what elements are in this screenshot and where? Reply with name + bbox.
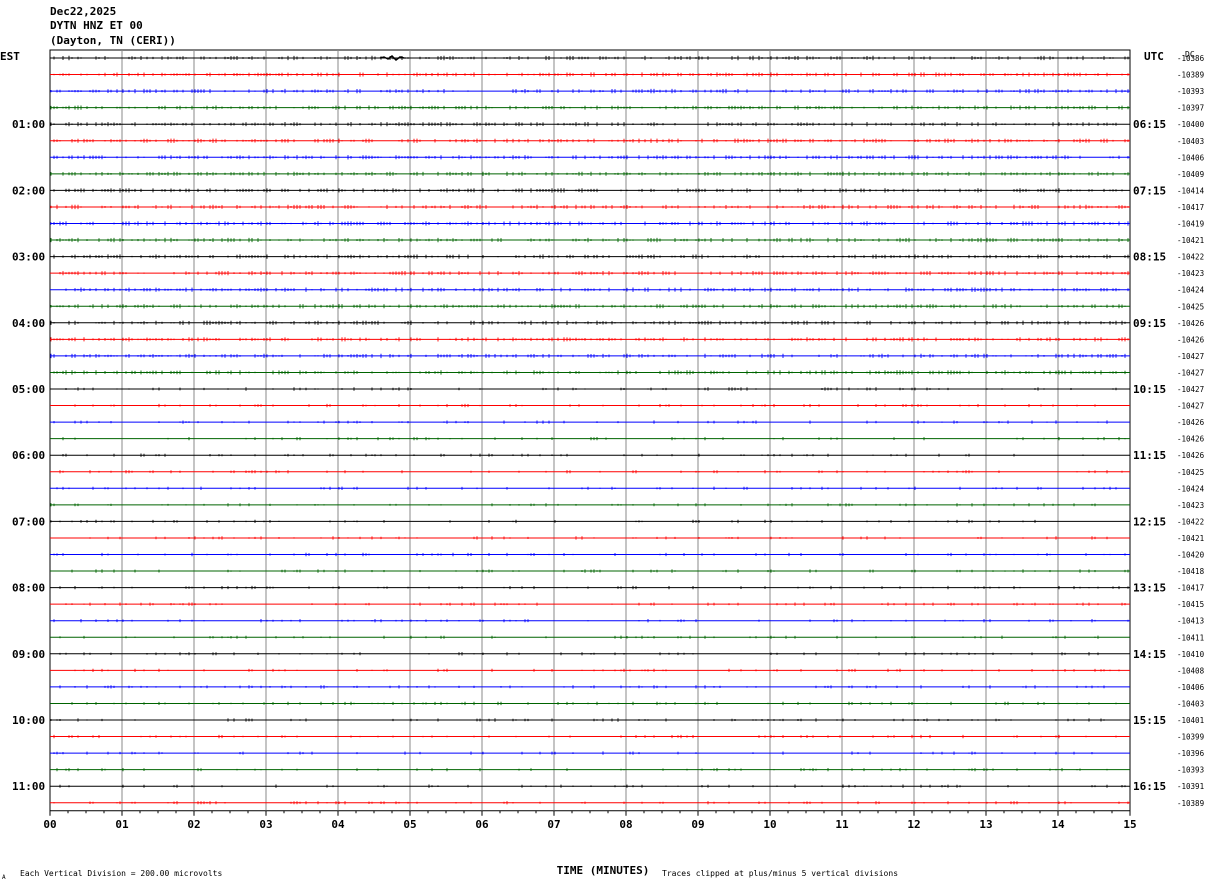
dc-offset-label: -10406	[1177, 683, 1205, 692]
right-hour-label: 14:15	[1133, 648, 1166, 661]
seismogram-page: Dec22,2025 DYTN HNZ ET 00 (Dayton, TN (C…	[0, 0, 1210, 886]
dc-offset-label: -10426	[1177, 418, 1205, 427]
left-hour-label: 01:00	[12, 118, 45, 131]
right-hour-label: 10:15	[1133, 383, 1166, 396]
x-tick-label: 09	[691, 818, 704, 831]
left-hour-label: 04:00	[12, 317, 45, 330]
dc-offset-label: -10403	[1177, 699, 1204, 708]
right-axis-title: UTC	[1144, 50, 1164, 63]
plot-frame	[49, 49, 1131, 812]
right-hour-label: 06:15	[1133, 118, 1166, 131]
left-hour-label: 06:00	[12, 449, 45, 462]
dc-offset-label: -10420	[1177, 551, 1205, 560]
left-hour-label: 02:00	[12, 184, 45, 197]
right-hour-label: 09:15	[1133, 317, 1166, 330]
dc-offset-label: -10386	[1177, 54, 1205, 63]
dc-offset-label: -10426	[1177, 435, 1205, 444]
left-hour-label: 11:00	[12, 780, 45, 793]
dc-offset-label: -10426	[1177, 335, 1205, 344]
helicorder-chart: EST UTC DC01:0002:0003:0004:0005:0006:0007…	[0, 49, 1205, 881]
dc-offset-label: -10424	[1177, 484, 1205, 493]
dc-offset-label: -10427	[1177, 402, 1204, 411]
x-axis-label: TIME (MINUTES)	[557, 864, 650, 877]
x-tick-label: 10	[763, 818, 776, 831]
dc-offset-label: -10427	[1177, 385, 1204, 394]
corner-mark: A	[2, 874, 6, 881]
dc-offset-label: -10424	[1177, 286, 1205, 295]
dc-offset-label: -10419	[1177, 220, 1204, 229]
dc-offset-label: -10425	[1177, 468, 1204, 477]
x-tick-label: 03	[259, 818, 272, 831]
dc-offset-label: -10406	[1177, 153, 1205, 162]
dc-offset-label: -10418	[1177, 567, 1205, 576]
dc-offset-label: -10426	[1177, 451, 1205, 460]
dc-offset-label: -10415	[1177, 600, 1204, 609]
x-tick-label: 06	[475, 818, 489, 831]
dc-offset-label: -10393	[1177, 87, 1204, 96]
dc-offset-label: -10403	[1177, 137, 1204, 146]
dc-offset-label: -10427	[1177, 352, 1204, 361]
left-hour-label: 08:00	[12, 582, 45, 595]
dc-offset-label: -10426	[1177, 319, 1205, 328]
dc-offset-label: -10422	[1177, 253, 1204, 262]
dc-offset-label: -10422	[1177, 517, 1204, 526]
left-hour-label: 09:00	[12, 648, 45, 661]
dc-offset-label: -10423	[1177, 501, 1204, 510]
x-tick-label: 11	[835, 818, 849, 831]
x-tick-label: 01	[115, 818, 129, 831]
right-hour-label: 16:15	[1133, 780, 1166, 793]
dc-offset-label: -10397	[1177, 104, 1204, 113]
dc-offset-label: -10389	[1177, 71, 1204, 80]
x-tick-label: 00	[43, 818, 56, 831]
x-tick-label: 04	[331, 818, 345, 831]
left-axis-title: EST	[0, 50, 20, 63]
x-tick-label: 12	[907, 818, 920, 831]
x-tick-label: 07	[547, 818, 560, 831]
left-hour-label: 07:00	[12, 515, 45, 528]
left-hour-label: 05:00	[12, 383, 45, 396]
dc-offset-label: -10411	[1177, 633, 1204, 642]
x-tick-label: 05	[403, 818, 416, 831]
left-hour-label: 03:00	[12, 251, 45, 264]
scale-note: Each Vertical Division = 200.00 microvol…	[20, 869, 222, 878]
dc-offset-label: -10413	[1177, 617, 1204, 626]
dc-offset-label: -10391	[1177, 782, 1204, 791]
x-tick-label: 02	[187, 818, 200, 831]
right-hour-label: 13:15	[1133, 582, 1166, 595]
dc-offset-label: -10421	[1177, 534, 1204, 543]
x-tick-label: 15	[1123, 818, 1136, 831]
right-hour-label: 15:15	[1133, 714, 1166, 727]
dc-offset-label: -10410	[1177, 650, 1205, 659]
dc-offset-label: -10427	[1177, 368, 1204, 377]
dc-offset-label: -10409	[1177, 170, 1204, 179]
right-hour-label: 11:15	[1133, 449, 1166, 462]
x-tick-label: 13	[979, 818, 992, 831]
dc-offset-label: -10425	[1177, 302, 1204, 311]
x-tick-label: 08	[619, 818, 632, 831]
right-hour-label: 07:15	[1133, 184, 1166, 197]
dc-offset-label: -10396	[1177, 749, 1205, 758]
clip-note: Traces clipped at plus/minus 5 vertical …	[662, 869, 898, 878]
x-tick-label: 14	[1051, 818, 1065, 831]
dc-offset-label: -10417	[1177, 203, 1204, 212]
dc-offset-label: -10417	[1177, 584, 1204, 593]
dc-offset-label: -10389	[1177, 799, 1204, 808]
dc-offset-label: -10400	[1177, 120, 1205, 129]
dc-offset-label: -10414	[1177, 186, 1205, 195]
dc-offset-label: -10393	[1177, 766, 1204, 775]
dc-offset-label: -10423	[1177, 269, 1204, 278]
dc-offset-label: -10408	[1177, 666, 1205, 675]
right-hour-label: 08:15	[1133, 251, 1166, 264]
left-hour-label: 10:00	[12, 714, 45, 727]
dc-offset-label: -10401	[1177, 716, 1204, 725]
dc-offset-label: -10421	[1177, 236, 1204, 245]
right-hour-label: 12:15	[1133, 515, 1166, 528]
dc-offset-label: -10399	[1177, 733, 1204, 742]
